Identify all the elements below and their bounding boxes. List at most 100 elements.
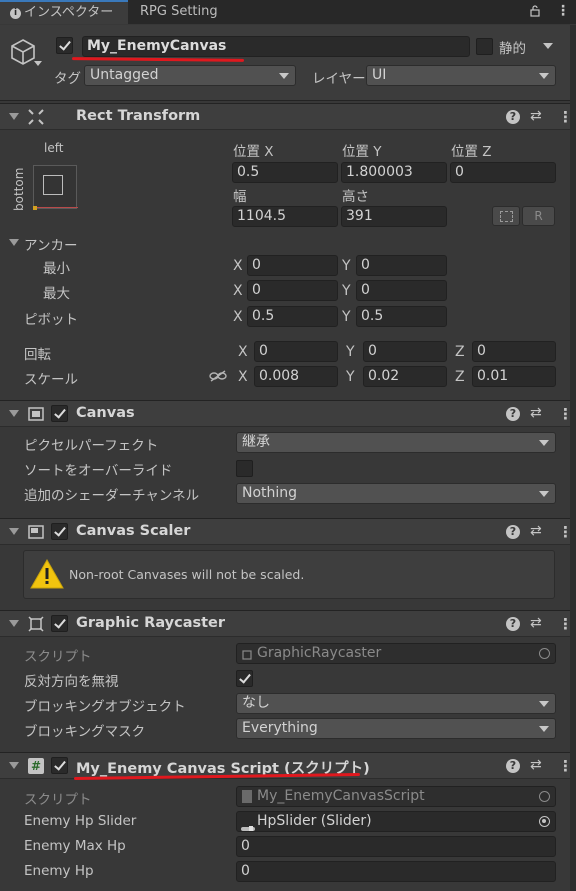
enemy-hp-field[interactable]: 0 bbox=[236, 861, 556, 882]
height-field[interactable]: 391 bbox=[341, 206, 447, 227]
pos-x-field[interactable]: 0.5 bbox=[232, 162, 338, 183]
rotation-x-field[interactable]: 0 bbox=[254, 341, 338, 362]
anchor-line bbox=[34, 207, 78, 208]
pixel-perfect-dropdown[interactable]: 継承 bbox=[236, 432, 556, 453]
scale-x-axis: X bbox=[238, 369, 248, 385]
presets-icon[interactable]: ⇄ bbox=[530, 405, 542, 421]
tab-inspector[interactable]: i インスペクター bbox=[0, 0, 128, 24]
help-icon[interactable]: ? bbox=[506, 110, 520, 124]
icon-dropdown-arrow-icon[interactable] bbox=[34, 61, 42, 66]
pivot-x-field[interactable]: 0.5 bbox=[247, 306, 338, 327]
override-sorting-label: ソートをオーバーライド bbox=[24, 463, 173, 479]
foldout-arrow-icon[interactable] bbox=[9, 113, 19, 120]
anchor-max-y-field[interactable]: 0 bbox=[356, 280, 447, 301]
rect-transform-body: left bottom 位置 X 位置 Y 位置 Z 0.5 1.800003 … bbox=[0, 131, 576, 402]
object-picker-icon[interactable] bbox=[539, 648, 550, 659]
ignore-reversed-checkbox[interactable] bbox=[236, 670, 253, 687]
rotation-z-field[interactable]: 0 bbox=[472, 341, 556, 362]
presets-icon[interactable]: ⇄ bbox=[530, 615, 542, 631]
component-title: Rect Transform bbox=[76, 108, 201, 124]
anchor-max-x-field[interactable]: 0 bbox=[247, 280, 338, 301]
tag-dropdown[interactable]: Untagged bbox=[84, 65, 296, 86]
lock-icon[interactable] bbox=[530, 5, 540, 17]
rect-transform-header[interactable]: Rect Transform ? ⇄ ⋮ bbox=[0, 103, 576, 130]
static-checkbox[interactable] bbox=[476, 38, 493, 55]
blocking-objects-dropdown[interactable]: なし bbox=[236, 693, 556, 714]
raycaster-script-field: GraphicRaycaster bbox=[236, 643, 556, 664]
anchors-foldout-icon[interactable] bbox=[9, 239, 19, 246]
rotation-y-field[interactable]: 0 bbox=[363, 341, 447, 362]
script-label: スクリプト bbox=[24, 792, 92, 808]
scaler-warning-box: Non-root Canvases will not be scaled. bbox=[23, 550, 555, 599]
layer-label: レイヤー bbox=[312, 71, 366, 87]
raw-edit-label: R bbox=[534, 209, 543, 223]
pos-y-field[interactable]: 1.800003 bbox=[341, 162, 447, 183]
anchor-rect-icon bbox=[43, 175, 63, 195]
shader-channels-dropdown[interactable]: Nothing bbox=[236, 483, 556, 504]
pos-z-field[interactable]: 0 bbox=[450, 162, 556, 183]
scale-y-field[interactable]: 0.02 bbox=[363, 366, 447, 387]
help-icon[interactable]: ? bbox=[506, 407, 520, 421]
rotation-label: 回転 bbox=[24, 347, 51, 363]
max-y-axis: Y bbox=[342, 283, 351, 299]
anchor-min-label: 最小 bbox=[43, 261, 70, 277]
blocking-mask-dropdown[interactable]: Everything bbox=[236, 718, 556, 739]
anchor-max-label: 最大 bbox=[43, 286, 70, 302]
blueprint-mode-button[interactable] bbox=[492, 206, 520, 226]
canvas-scaler-enabled-checkbox[interactable] bbox=[51, 523, 68, 540]
canvas-enabled-checkbox[interactable] bbox=[51, 405, 68, 422]
scale-z-field[interactable]: 0.01 bbox=[472, 366, 556, 387]
script-enabled-checkbox[interactable] bbox=[51, 757, 68, 774]
script-hash-icon: # bbox=[28, 758, 44, 774]
anchor-horizontal-label: left bbox=[44, 141, 64, 155]
active-checkbox[interactable] bbox=[56, 37, 73, 54]
raw-edit-button[interactable]: R bbox=[522, 206, 555, 226]
layer-dropdown[interactable]: UI bbox=[366, 65, 556, 86]
foldout-arrow-icon[interactable] bbox=[9, 410, 19, 417]
presets-icon[interactable]: ⇄ bbox=[530, 757, 542, 773]
presets-icon[interactable]: ⇄ bbox=[530, 108, 542, 124]
scaler-warning-text: Non-root Canvases will not be scaled. bbox=[69, 567, 305, 582]
tab-rpg-setting[interactable]: RPG Setting bbox=[130, 0, 270, 24]
scrollbar[interactable] bbox=[570, 25, 576, 891]
tab-menu-icon[interactable]: ⋮ bbox=[556, 3, 570, 19]
presets-icon[interactable]: ⇄ bbox=[530, 523, 542, 539]
object-picker-icon[interactable] bbox=[539, 791, 550, 802]
canvas-scaler-header[interactable]: Canvas Scaler ? ⇄ ⋮ bbox=[0, 518, 576, 545]
help-icon[interactable]: ? bbox=[506, 617, 520, 631]
help-icon[interactable]: ? bbox=[506, 525, 520, 539]
enemy-hp-slider-field[interactable]: HpSlider (Slider) bbox=[236, 811, 556, 832]
anchor-min-x-field[interactable]: 0 bbox=[247, 255, 338, 276]
enemy-max-hp-field[interactable]: 0 bbox=[236, 836, 556, 857]
min-y-axis: Y bbox=[342, 258, 351, 274]
graphic-raycaster-header[interactable]: Graphic Raycaster ? ⇄ ⋮ bbox=[0, 610, 576, 637]
pivot-label: ピボット bbox=[24, 312, 78, 328]
pivot-y-field[interactable]: 0.5 bbox=[356, 306, 447, 327]
width-field[interactable]: 1104.5 bbox=[232, 206, 338, 227]
raycaster-enabled-checkbox[interactable] bbox=[51, 615, 68, 632]
override-sorting-checkbox[interactable] bbox=[236, 460, 253, 477]
object-name-field[interactable]: My_EnemyCanvas bbox=[82, 36, 470, 57]
foldout-arrow-icon[interactable] bbox=[9, 762, 19, 769]
help-icon[interactable]: ? bbox=[506, 759, 520, 773]
foldout-arrow-icon[interactable] bbox=[9, 528, 19, 535]
info-icon: i bbox=[10, 8, 21, 19]
canvas-scaler-icon bbox=[28, 524, 44, 540]
pixel-perfect-label: ピクセルパーフェクト bbox=[24, 438, 159, 454]
scale-x-field[interactable]: 0.008 bbox=[254, 366, 338, 387]
canvas-header[interactable]: Canvas ? ⇄ ⋮ bbox=[0, 400, 576, 427]
anchor-presets-button[interactable] bbox=[33, 165, 78, 210]
object-picker-icon[interactable] bbox=[539, 816, 550, 827]
scale-y-axis: Y bbox=[346, 369, 355, 385]
min-x-axis: X bbox=[233, 258, 243, 274]
static-label: 静的 bbox=[499, 41, 526, 57]
foldout-arrow-icon[interactable] bbox=[9, 620, 19, 627]
constrain-proportions-icon[interactable] bbox=[209, 370, 227, 386]
anchor-min-y-field[interactable]: 0 bbox=[356, 255, 447, 276]
enemy-hp-slider-label: Enemy Hp Slider bbox=[24, 813, 137, 829]
rot-x-axis: X bbox=[238, 344, 248, 360]
static-dropdown-arrow-icon[interactable] bbox=[543, 43, 553, 49]
scale-label: スケール bbox=[24, 372, 78, 388]
chevron-down-icon bbox=[539, 491, 549, 497]
blocking-mask-label: ブロッキングマスク bbox=[24, 724, 146, 740]
